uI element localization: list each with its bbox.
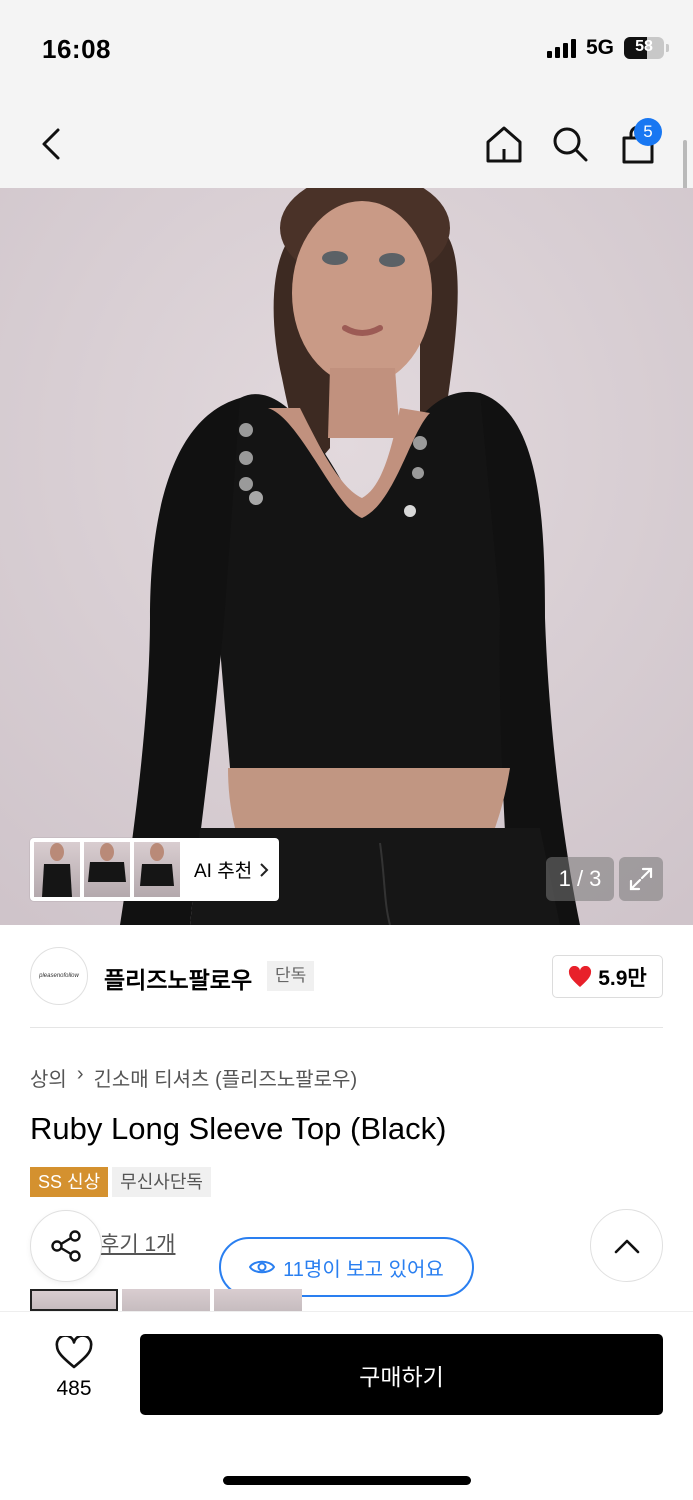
share-button[interactable]	[30, 1210, 102, 1282]
image-counter: 1 / 3	[546, 857, 614, 901]
review-link[interactable]: 후기 1개	[100, 1228, 175, 1258]
brand-logo[interactable]: pleasenofollow	[30, 947, 88, 1005]
signal-icon	[546, 38, 576, 58]
heart-filled-icon	[569, 965, 592, 987]
scroll-top-button[interactable]	[590, 1209, 663, 1282]
wishlist-count: 485	[56, 1377, 92, 1400]
ai-recommend-button[interactable]: AI 추천	[30, 838, 279, 901]
wishlist-button[interactable]: 485	[40, 1334, 108, 1401]
battery-level: 58	[635, 38, 653, 55]
brand-logo-text: pleasenofollow	[39, 973, 79, 979]
ai-recommend-label: AI 추천	[194, 856, 270, 883]
back-button[interactable]	[26, 118, 78, 170]
model-photo	[0, 188, 693, 925]
home-icon	[486, 126, 522, 163]
brand-name[interactable]: 플리즈노팔로우	[104, 961, 252, 995]
status-bar: 16:08 5G 58	[0, 0, 693, 100]
ai-label-text: AI 추천	[194, 861, 253, 882]
review-thumbnail[interactable]	[30, 1289, 118, 1311]
heart-outline-icon	[55, 1334, 93, 1369]
share-icon	[51, 1230, 81, 1262]
new-season-badge: SS 신상	[30, 1167, 109, 1197]
ai-thumbnail-2	[84, 842, 130, 897]
cart-button[interactable]: 5	[612, 118, 664, 170]
viewers-text: 11명이 보고 있어요	[283, 1258, 444, 1281]
top-nav: 5	[0, 100, 693, 188]
chevron-up-icon	[614, 1239, 639, 1253]
chevron-left-icon	[42, 128, 60, 160]
eye-icon	[249, 1260, 276, 1274]
brand-like-button[interactable]: 5.9만	[552, 955, 663, 998]
chevron-right-icon	[260, 862, 269, 877]
review-thumbnail[interactable]	[122, 1289, 210, 1311]
breadcrumb: 상의 › 긴소매 티셔츠 (플리즈노팔로우)	[30, 1063, 357, 1092]
exclusive-badge: 무신사단독	[112, 1167, 211, 1197]
review-thumbnail[interactable]	[214, 1289, 302, 1311]
search-icon	[553, 127, 588, 162]
exclusive-tag: 단독	[267, 961, 315, 991]
battery-tip	[666, 44, 669, 52]
battery-icon: 58	[624, 37, 664, 59]
breadcrumb-item-subcategory[interactable]: 긴소매 티셔츠 (플리즈노팔로우)	[93, 1063, 357, 1092]
expand-button[interactable]	[619, 857, 663, 901]
buy-button[interactable]: 구매하기	[140, 1334, 663, 1415]
breadcrumb-item-category[interactable]: 상의	[30, 1063, 67, 1092]
cart-count-badge: 5	[634, 118, 662, 146]
status-icons: 5G 58	[546, 36, 669, 60]
product-badges: SS 신상 무신사단독	[30, 1167, 211, 1197]
status-time: 16:08	[42, 34, 111, 64]
expand-icon	[629, 867, 653, 891]
ai-thumbnail-3	[134, 842, 180, 897]
home-indicator	[223, 1476, 471, 1485]
product-image[interactable]	[0, 188, 693, 925]
network-type: 5G	[585, 36, 614, 59]
review-thumbnails	[30, 1289, 302, 1311]
divider	[30, 1027, 663, 1028]
breadcrumb-separator: ›	[76, 1063, 84, 1085]
product-title: Ruby Long Sleeve Top (Black)	[30, 1111, 447, 1146]
viewers-count-pill: 11명이 보고 있어요	[219, 1237, 474, 1297]
search-button[interactable]	[544, 118, 596, 170]
ai-thumbnail-1	[34, 842, 80, 897]
brand-like-count: 5.9만	[598, 966, 647, 990]
home-button[interactable]	[478, 118, 530, 170]
